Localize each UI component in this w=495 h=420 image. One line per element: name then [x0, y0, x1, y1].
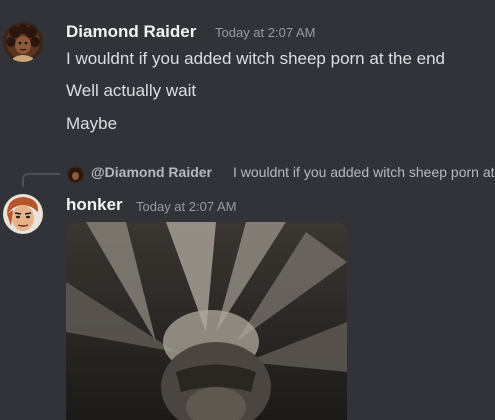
message-line: Maybe — [66, 114, 118, 133]
message-timestamp: Today at 2:07 AM — [136, 199, 237, 214]
avatar-diamond-raider[interactable] — [3, 22, 43, 62]
message-author[interactable]: Diamond Raider — [66, 22, 196, 42]
message-line: Well actually wait — [66, 81, 197, 100]
reply-author-mention[interactable]: @Diamond Raider — [91, 164, 212, 180]
message-author[interactable]: honker — [66, 195, 123, 215]
image-attachment[interactable] — [66, 222, 347, 420]
reply-connector — [22, 173, 60, 187]
message-timestamp: Today at 2:07 AM — [215, 25, 316, 40]
reply-preview-text[interactable]: I wouldnt if you added witch sheep porn … — [233, 164, 495, 180]
avatar-honker[interactable] — [3, 194, 43, 234]
message-line: I wouldnt if you added witch sheep porn … — [66, 49, 445, 68]
reply-avatar[interactable] — [67, 166, 84, 183]
